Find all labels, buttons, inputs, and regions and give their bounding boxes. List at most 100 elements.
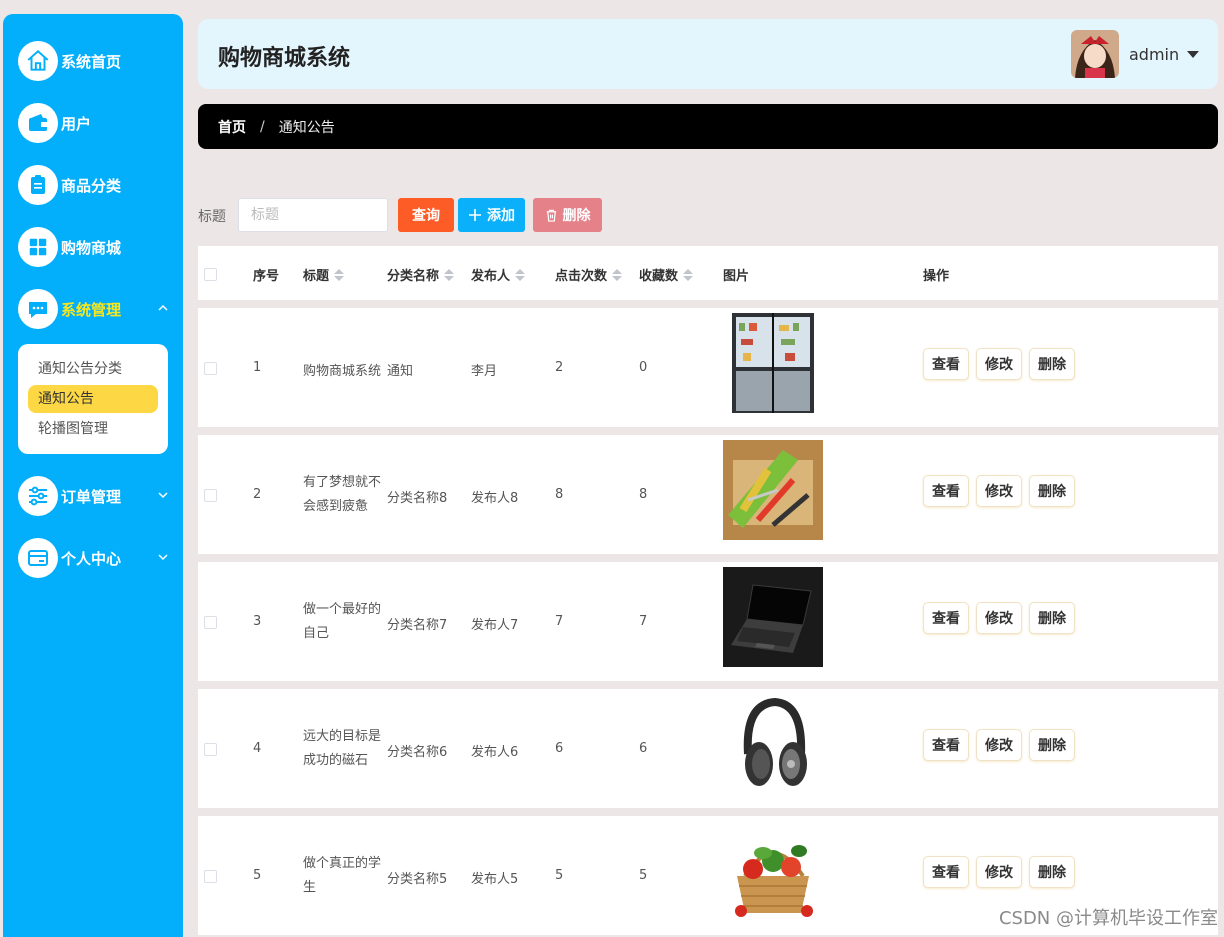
laptop-image[interactable]	[723, 567, 823, 667]
sort-icon[interactable]	[612, 268, 623, 281]
sort-icon[interactable]	[444, 268, 455, 281]
table-row: 4 远大的目标是成功的磁石 分类名称6 发布人6 6 6 查看 修改 删除	[198, 689, 1218, 808]
submenu-item-notice[interactable]: 通知公告	[28, 385, 158, 413]
column-header-label: 图片	[723, 269, 750, 284]
submenu-item-notice-category[interactable]: 通知公告分类	[28, 355, 158, 383]
cell-category: 分类名称7	[387, 618, 448, 633]
edit-button[interactable]: 修改	[976, 856, 1022, 888]
sidebar-item-home[interactable]: 系统首页	[18, 41, 178, 81]
sidebar-item-label: 个人中心	[61, 549, 122, 568]
card-icon	[18, 538, 58, 578]
add-button-label: 添加	[487, 208, 515, 224]
edit-button[interactable]: 修改	[976, 475, 1022, 507]
title-search-input[interactable]	[238, 198, 388, 232]
add-button[interactable]: 添加	[458, 198, 525, 232]
edit-button[interactable]: 修改	[976, 729, 1022, 761]
cell-no: 5	[253, 868, 262, 883]
sidebar-item-profile[interactable]: 个人中心	[18, 538, 178, 578]
column-header-favorites[interactable]: 收藏数	[639, 265, 694, 284]
table-row: 3 做一个最好的自己 分类名称7 发布人7 7 7 查看 修改 删除	[198, 562, 1218, 681]
sidebar-item-label: 商品分类	[61, 176, 122, 195]
sidebar-item-label: 订单管理	[61, 487, 122, 506]
delete-button-label: 删除	[1038, 611, 1066, 627]
column-header-publisher[interactable]: 发布人	[471, 265, 526, 284]
submenu-item-carousel[interactable]: 轮播图管理	[28, 415, 158, 443]
sort-icon[interactable]	[683, 268, 694, 281]
delete-button[interactable]: 删除	[1029, 348, 1075, 380]
edit-button[interactable]: 修改	[976, 348, 1022, 380]
cell-title: 购物商城系统	[303, 364, 382, 379]
view-button[interactable]: 查看	[923, 348, 969, 380]
column-header-title[interactable]: 标题	[303, 265, 345, 284]
edit-button-label: 修改	[985, 865, 1013, 881]
view-button-label: 查看	[932, 611, 960, 627]
vegetables-image[interactable]	[723, 821, 823, 921]
delete-button[interactable]: 删除	[1029, 856, 1075, 888]
cell-title: 做一个最好的自己	[303, 602, 382, 641]
cell-title: 有了梦想就不会感到疲惫	[303, 475, 382, 514]
user-menu[interactable]: admin	[1129, 45, 1200, 64]
sidebar-item-category[interactable]: 商品分类	[18, 165, 178, 205]
avatar[interactable]	[1071, 30, 1119, 78]
edit-button[interactable]: 修改	[976, 602, 1022, 634]
table-row: 2 有了梦想就不会感到疲惫 分类名称8 发布人8 8 8 查看 修改 删除	[198, 435, 1218, 554]
cell-no: 3	[253, 614, 262, 629]
query-button[interactable]: 查询	[398, 198, 454, 232]
column-header-no: 序号	[253, 265, 279, 284]
refrigerator-image[interactable]	[723, 313, 823, 413]
sidebar-item-user[interactable]: 用户	[18, 103, 178, 143]
home-icon	[18, 41, 58, 81]
view-button-label: 查看	[932, 738, 960, 754]
view-button[interactable]: 查看	[923, 856, 969, 888]
cell-no: 2	[253, 487, 262, 502]
sidebar-item-mall[interactable]: 购物商城	[18, 227, 178, 267]
cell-favorites: 8	[639, 487, 648, 502]
cell-clicks: 8	[555, 487, 564, 502]
row-checkbox[interactable]	[204, 362, 217, 375]
column-header-label: 标题	[303, 269, 330, 284]
cell-title: 做个真正的学生	[303, 856, 382, 895]
row-checkbox[interactable]	[204, 489, 217, 502]
edit-button-label: 修改	[985, 611, 1013, 627]
query-button-label: 查询	[412, 208, 440, 224]
breadcrumb-home[interactable]: 首页	[218, 117, 246, 137]
cell-publisher: 发布人5	[471, 872, 519, 887]
view-button[interactable]: 查看	[923, 729, 969, 761]
view-button[interactable]: 查看	[923, 602, 969, 634]
delete-button[interactable]: 删除	[1029, 729, 1075, 761]
cell-clicks: 7	[555, 614, 564, 629]
row-checkbox[interactable]	[204, 743, 217, 756]
batch-delete-button-label: 删除	[562, 208, 591, 224]
sort-icon[interactable]	[515, 268, 526, 281]
row-checkbox[interactable]	[204, 870, 217, 883]
edit-button-label: 修改	[985, 738, 1013, 754]
view-button-label: 查看	[932, 357, 960, 373]
sidebar-item-label: 用户	[61, 114, 92, 133]
plus-icon	[469, 209, 481, 221]
select-all-checkbox[interactable]	[204, 268, 217, 281]
sort-icon[interactable]	[334, 268, 345, 281]
delete-button[interactable]: 删除	[1029, 602, 1075, 634]
cell-no: 4	[253, 741, 262, 756]
batch-delete-button[interactable]: 删除	[533, 198, 602, 232]
column-header-label: 发布人	[471, 269, 511, 284]
row-checkbox[interactable]	[204, 616, 217, 629]
breadcrumb-separator: /	[260, 118, 265, 135]
cell-publisher: 发布人7	[471, 618, 519, 633]
column-header-label: 序号	[253, 269, 280, 284]
headphones-image[interactable]	[723, 694, 823, 794]
delete-button-label: 删除	[1038, 738, 1066, 754]
delete-button-label: 删除	[1038, 484, 1066, 500]
cell-clicks: 5	[555, 868, 564, 883]
column-header-clicks[interactable]: 点击次数	[555, 265, 623, 284]
sidebar-item-system[interactable]: 系统管理	[18, 289, 178, 329]
cell-category: 分类名称8	[387, 491, 448, 506]
column-header-category[interactable]: 分类名称	[387, 265, 455, 284]
tools-image[interactable]	[723, 440, 823, 540]
delete-button[interactable]: 删除	[1029, 475, 1075, 507]
view-button[interactable]: 查看	[923, 475, 969, 507]
sidebar-item-orders[interactable]: 订单管理	[18, 476, 178, 516]
column-header-label: 操作	[923, 269, 950, 284]
wallet-icon	[18, 103, 58, 143]
chevron-up-icon	[158, 304, 168, 311]
